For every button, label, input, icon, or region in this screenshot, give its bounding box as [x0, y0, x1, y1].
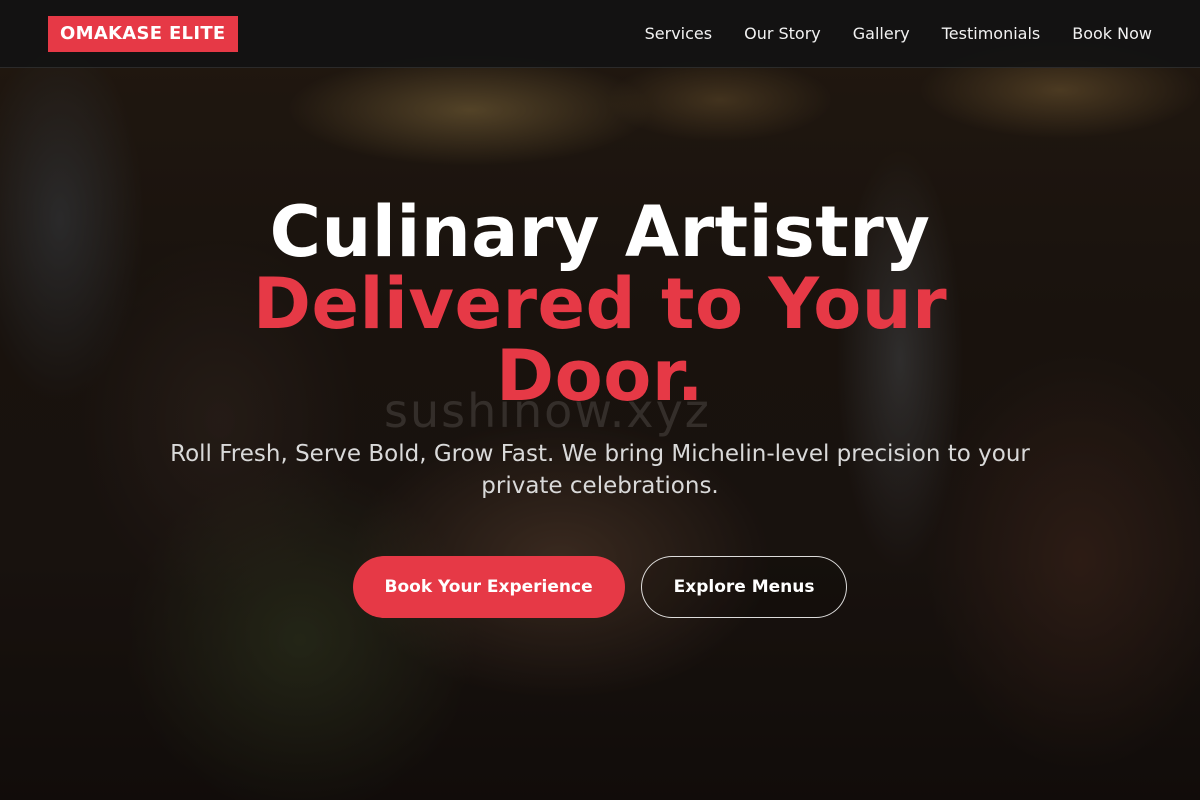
hero-headline-line1: Culinary Artistry [269, 191, 931, 273]
hero-cta-row: Book Your Experience Explore Menus [352, 556, 848, 618]
brand-logo[interactable]: OMAKASE ELITE [48, 15, 238, 52]
hero-headline: Culinary Artistry Delivered to Your Door… [220, 196, 980, 412]
nav-link-gallery[interactable]: Gallery [853, 24, 910, 43]
nav-links: Services Our Story Gallery Testimonials … [645, 24, 1152, 43]
navbar: OMAKASE ELITE Services Our Story Gallery… [0, 0, 1200, 68]
hero-headline-accent: Delivered to Your Door. [252, 263, 948, 417]
explore-menus-button[interactable]: Explore Menus [640, 556, 848, 618]
hero-section: Culinary Artistry Delivered to Your Door… [0, 196, 1200, 618]
nav-link-services[interactable]: Services [645, 24, 712, 43]
book-experience-button[interactable]: Book Your Experience [352, 556, 625, 618]
page: sushinow.xyz OMAKASE ELITE Services Our … [0, 0, 1200, 800]
nav-link-our-story[interactable]: Our Story [744, 24, 821, 43]
nav-link-book-now[interactable]: Book Now [1072, 24, 1152, 43]
hero-subheadline: Roll Fresh, Serve Bold, Grow Fast. We br… [170, 441, 1030, 499]
nav-link-testimonials[interactable]: Testimonials [942, 24, 1041, 43]
